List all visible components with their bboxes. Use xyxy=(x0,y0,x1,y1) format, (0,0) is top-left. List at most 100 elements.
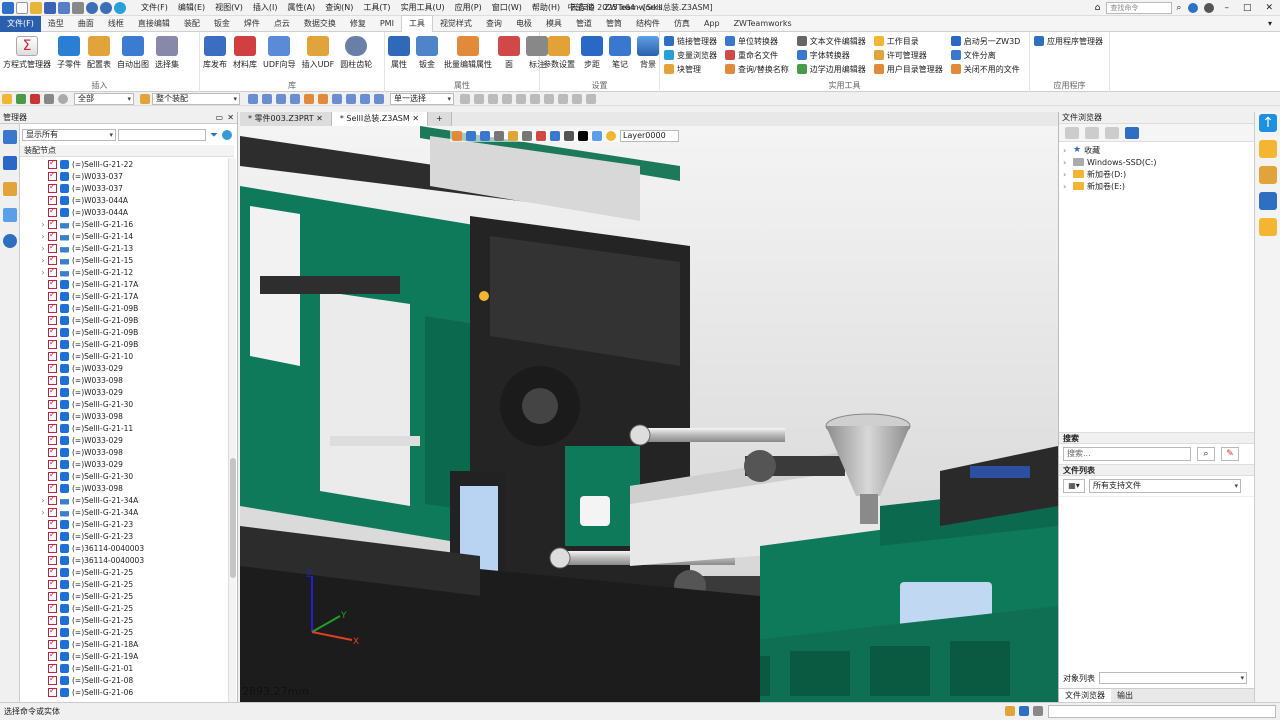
tree-node[interactable]: (=)SellI-G-21-25 xyxy=(20,590,228,602)
visibility-checkbox[interactable] xyxy=(48,374,57,385)
visibility-checkbox[interactable] xyxy=(48,266,57,277)
ribbon-tab-7[interactable]: 焊件 xyxy=(237,16,267,32)
tree-node[interactable]: (=)W033-098 xyxy=(20,374,228,386)
color-swatch-black[interactable] xyxy=(578,131,588,141)
manager-close-icon[interactable]: ✕ xyxy=(227,112,234,124)
tree-node[interactable]: (=)SellI-G-21-17A xyxy=(20,278,228,290)
print-icon[interactable] xyxy=(72,1,84,14)
3d-viewport[interactable]: Layer0000 Z Y X 2893.27mm xyxy=(240,126,1058,702)
refresh-browser-icon[interactable] xyxy=(1125,126,1139,139)
view-tab-icon[interactable] xyxy=(3,182,17,196)
ribbon-tab-13[interactable]: 视觉样式 xyxy=(433,16,479,32)
menu-query[interactable]: 查询(N) xyxy=(320,0,358,16)
rename-file-button[interactable]: 重命名文件 xyxy=(725,48,789,62)
expand-chevron-icon[interactable]: › xyxy=(38,268,48,277)
file-type-filter[interactable]: 所有支持文件 xyxy=(1089,479,1241,493)
menu-apps[interactable]: 应用(P) xyxy=(450,0,487,16)
magnifier-icon[interactable]: ⌕ xyxy=(1197,447,1215,461)
view-icon-1[interactable] xyxy=(452,131,462,141)
circle-icon[interactable] xyxy=(58,93,68,104)
tree-node[interactable]: (=)W033-037 xyxy=(20,182,228,194)
view-icon-7[interactable] xyxy=(536,131,546,141)
visibility-checkbox[interactable] xyxy=(48,542,57,553)
ribbon-tab-5[interactable]: 装配 xyxy=(177,16,207,32)
tree-node[interactable]: (=)W033-029 xyxy=(20,458,228,470)
ribbon-tab-9[interactable]: 数据交换 xyxy=(297,16,343,32)
menu-window[interactable]: 窗口(W) xyxy=(487,0,527,16)
tree-node[interactable]: (=)W033-029 xyxy=(20,434,228,446)
menu-help[interactable]: 帮助(H) xyxy=(527,0,565,16)
command-search[interactable]: 查找命令 xyxy=(1106,2,1173,14)
grid-view-icon[interactable]: ▦▾ xyxy=(1063,479,1085,493)
pick-icon[interactable] xyxy=(2,93,12,104)
query-replace-name-button[interactable]: 查询/替换名称 xyxy=(725,62,789,76)
expand-chevron-icon[interactable]: › xyxy=(38,244,48,253)
save-all-icon[interactable] xyxy=(58,1,70,14)
view-icon-8[interactable] xyxy=(550,131,560,141)
ribbon-tab-10[interactable]: 修复 xyxy=(343,16,373,32)
redo-icon[interactable] xyxy=(100,1,112,14)
tree-node[interactable]: (=)W033-098 xyxy=(20,410,228,422)
tree-node[interactable]: (=)SellI-G-21-01 xyxy=(20,662,228,674)
ribbon-tab-18[interactable]: 管筒 xyxy=(599,16,629,32)
tree-node[interactable]: (=)36114-0040003 xyxy=(20,554,228,566)
expand-chevron-icon[interactable]: › xyxy=(38,508,48,517)
status-input[interactable] xyxy=(1048,705,1276,718)
tree-node[interactable]: › (=)SellI-G-21-16 xyxy=(20,218,228,230)
status-icon-3[interactable] xyxy=(1033,706,1043,716)
file-browser-item[interactable]: › 新加卷(D:) xyxy=(1059,168,1254,180)
tree-node[interactable]: › (=)SellI-G-21-15 xyxy=(20,254,228,266)
undo-icon[interactable] xyxy=(86,1,98,14)
visibility-checkbox[interactable] xyxy=(48,602,57,613)
visibility-checkbox[interactable] xyxy=(48,206,57,217)
tree-node[interactable]: › (=)SellI-G-21-12 xyxy=(20,266,228,278)
unit-converter-button[interactable]: 单位转换器 xyxy=(725,34,789,48)
visibility-checkbox[interactable] xyxy=(48,242,57,253)
tool-icon-2[interactable] xyxy=(262,93,272,104)
visibility-checkbox[interactable] xyxy=(48,530,57,541)
variable-browser-button[interactable]: 变量浏览器 xyxy=(664,48,717,62)
tree-node[interactable]: (=)SellI-G-21-25 xyxy=(20,602,228,614)
tool-icon-5[interactable] xyxy=(304,93,314,104)
file-list-section-header[interactable]: 文件列表 xyxy=(1059,464,1254,476)
assembly-tab-icon[interactable] xyxy=(3,156,17,170)
tree-node[interactable]: (=)SellI-G-21-23 xyxy=(20,530,228,542)
learn-editor-button[interactable]: 边学边用编辑器 xyxy=(796,62,866,76)
visibility-checkbox[interactable] xyxy=(48,458,57,469)
expand-chevron-icon[interactable]: › xyxy=(38,256,48,265)
visibility-checkbox[interactable] xyxy=(48,398,57,409)
visibility-checkbox[interactable] xyxy=(48,314,57,325)
forward-icon[interactable] xyxy=(1085,126,1099,139)
view-icon-6[interactable] xyxy=(522,131,532,141)
snap-icon-6[interactable] xyxy=(530,93,540,104)
tree-node[interactable]: (=)W033-037 xyxy=(20,170,228,182)
file-list-area[interactable] xyxy=(1059,496,1254,644)
tool-icon-1[interactable] xyxy=(248,93,258,104)
block-manager-button[interactable]: 块管理 xyxy=(664,62,717,76)
tree-node[interactable]: (=)SellI-G-21-18A xyxy=(20,638,228,650)
visibility-checkbox[interactable] xyxy=(48,470,57,481)
visibility-checkbox[interactable] xyxy=(48,566,57,577)
expand-chevron-icon[interactable]: › xyxy=(1063,182,1073,191)
ribbon-tab-11[interactable]: PMI xyxy=(373,16,401,32)
side-cube-icon[interactable] xyxy=(1259,192,1277,210)
visibility-checkbox[interactable] xyxy=(48,674,57,685)
tree-node[interactable]: (=)SellI-G-21-06 xyxy=(20,686,228,698)
visibility-checkbox[interactable] xyxy=(48,158,57,169)
side-folder-icon[interactable] xyxy=(1259,140,1277,158)
visibility-checkbox[interactable] xyxy=(48,338,57,349)
maximize-button[interactable]: □ xyxy=(1236,3,1259,13)
tree-node[interactable]: (=)SellI-G-21-25 xyxy=(20,626,228,638)
close-tab-icon[interactable]: ✕ xyxy=(410,114,419,123)
layer-icon[interactable] xyxy=(606,131,616,141)
visibility-checkbox[interactable] xyxy=(48,254,57,265)
tree-node[interactable]: (=)W033-098 xyxy=(20,482,228,494)
ribbon-tab-21[interactable]: App xyxy=(697,16,727,32)
visibility-checkbox[interactable] xyxy=(48,614,57,625)
layer-combo[interactable]: Layer0000 xyxy=(620,130,679,142)
ribbon-tab-1[interactable]: 造型 xyxy=(41,16,71,32)
view-icon-5[interactable] xyxy=(508,131,518,141)
view-icon-2[interactable] xyxy=(466,131,476,141)
snap-icon-10[interactable] xyxy=(586,93,596,104)
display-filter-combo[interactable]: 显示所有 xyxy=(22,129,116,141)
